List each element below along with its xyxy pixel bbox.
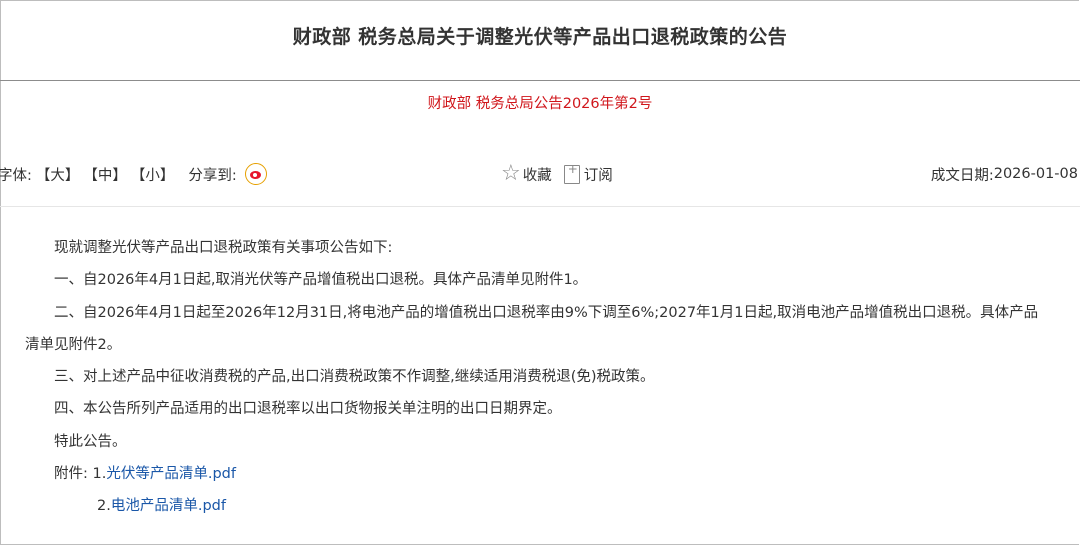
date-value: 2026-01-08 bbox=[993, 166, 1078, 182]
share-label: 分享到: bbox=[188, 167, 237, 184]
attachment-2-index: 2. bbox=[97, 498, 111, 515]
attachment-1-link[interactable]: 光伏等产品清单.pdf bbox=[106, 466, 236, 482]
font-size-controls: 字体: 【大】 【中】 【小】 分享到: bbox=[0, 160, 271, 188]
article-actions: ☆ 收藏 订阅 bbox=[501, 160, 625, 188]
paragraph-closing: 特此公告。 bbox=[54, 433, 127, 450]
font-medium-button[interactable]: 【中】 bbox=[83, 164, 127, 185]
attachment-1-index: 1. bbox=[92, 466, 107, 483]
attachments-label: 附件: bbox=[54, 466, 88, 483]
paragraph-item-3: 三、对上述产品中征收消费税的产品,出口消费税政策不作调整,继续适用消费税退(免)… bbox=[54, 369, 655, 386]
publish-date: 成文日期: 2026-01-08 bbox=[931, 160, 1078, 188]
date-label: 成文日期: bbox=[930, 167, 994, 184]
paragraph-intro: 现就调整光伏等产品出口退税政策有关事项公告如下: bbox=[54, 240, 393, 256]
subscribe-label: 订阅 bbox=[583, 167, 613, 184]
article-body: 现就调整光伏等产品出口退税政策有关事项公告如下: 一、自2026年4月1日起,取… bbox=[0, 232, 1080, 523]
paragraph-item-2: 二、自2026年4月1日起至2026年12月31日,将电池产品的增值税出口退税率… bbox=[0, 297, 1080, 362]
favorite-label: 收藏 bbox=[522, 167, 552, 184]
paragraph-item-1: 一、自2026年4月1日起,取消光伏等产品增值税出口退税。具体产品清单见附件1。 bbox=[54, 272, 588, 289]
font-large-button[interactable]: 【大】 bbox=[36, 164, 80, 185]
paragraph-item-2-line-2: 清单见附件2。 bbox=[25, 336, 122, 353]
paragraph-item-2-line-1: 二、自2026年4月1日起至2026年12月31日,将电池产品的增值税出口退税率… bbox=[54, 304, 1039, 321]
font-size-label: 字体: bbox=[0, 167, 32, 184]
attachment-2-link[interactable]: 电池产品清单.pdf bbox=[111, 498, 226, 514]
star-icon: ☆ bbox=[501, 161, 521, 186]
subscribe-button[interactable]: 订阅 bbox=[563, 162, 613, 185]
favorite-button[interactable]: ☆ 收藏 bbox=[501, 163, 552, 185]
subscribe-icon bbox=[563, 162, 580, 184]
attachments-row-2: 2.电池产品清单.pdf bbox=[0, 490, 1080, 522]
article-toolbar: 字体: 【大】 【中】 【小】 分享到: ☆ 收藏 订阅 成文日期: 2026-… bbox=[0, 160, 1080, 188]
title-divider bbox=[0, 80, 1080, 81]
weibo-icon[interactable] bbox=[244, 163, 267, 185]
toolbar-divider bbox=[0, 206, 1080, 207]
document-number: 财政部 税务总局公告2026年第2号 bbox=[427, 96, 653, 112]
attachments-row-1: 附件: 1.光伏等产品清单.pdf bbox=[0, 458, 1080, 490]
paragraph-item-4: 四、本公告所列产品适用的出口退税率以出口货物报关单注明的出口日期界定。 bbox=[54, 401, 562, 418]
page-title: 财政部 税务总局关于调整光伏等产品出口退税政策的公告 bbox=[292, 26, 788, 48]
font-small-button[interactable]: 【小】 bbox=[131, 164, 175, 185]
